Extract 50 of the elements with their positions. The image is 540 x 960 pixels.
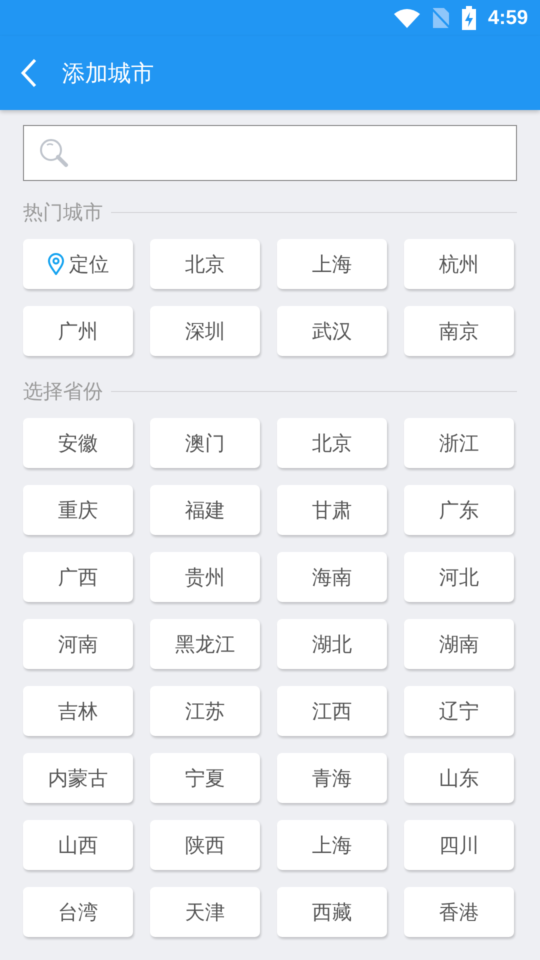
province-button[interactable]: 台湾 [23,887,133,937]
search-icon [38,137,70,169]
province-button[interactable]: 辽宁 [404,686,514,736]
province-button[interactable]: 北京 [277,418,387,468]
province-button[interactable]: 西藏 [277,887,387,937]
wifi-icon [394,8,420,28]
province-button[interactable]: 青海 [277,753,387,803]
city-button[interactable]: 杭州 [404,239,514,289]
province-button[interactable]: 内蒙古 [23,753,133,803]
city-button[interactable]: 上海 [277,239,387,289]
status-time: 4:59 [488,6,528,30]
city-button[interactable]: 深圳 [150,306,260,356]
province-button[interactable]: 重庆 [23,485,133,535]
province-button[interactable]: 海南 [277,552,387,602]
province-button[interactable]: 上海 [277,820,387,870]
city-button[interactable]: 北京 [150,239,260,289]
province-button[interactable]: 四川 [404,820,514,870]
province-button[interactable]: 黑龙江 [150,619,260,669]
province-button[interactable]: 江西 [277,686,387,736]
province-button[interactable]: 甘肃 [277,485,387,535]
province-button[interactable]: 福建 [150,485,260,535]
province-button[interactable]: 澳门 [150,418,260,468]
province-button[interactable]: 河南 [23,619,133,669]
province-button[interactable]: 山西 [23,820,133,870]
province-button[interactable]: 天津 [150,887,260,937]
province-button[interactable]: 广西 [23,552,133,602]
province-button[interactable]: 河北 [404,552,514,602]
page-title: 添加城市 [62,60,154,88]
province-button[interactable]: 宁夏 [150,753,260,803]
province-button[interactable]: 吉林 [23,686,133,736]
province-button[interactable]: 贵州 [150,552,260,602]
location-pin-icon [47,253,65,275]
battery-charging-icon [462,6,476,30]
section-title: 选择省份 [23,378,103,404]
city-button[interactable]: 南京 [404,306,514,356]
province-button[interactable]: 浙江 [404,418,514,468]
province-button[interactable]: 江苏 [150,686,260,736]
city-button[interactable]: 武汉 [277,306,387,356]
no-sim-icon [432,7,450,29]
province-button[interactable]: 山东 [404,753,514,803]
province-button[interactable]: 陕西 [150,820,260,870]
province-button[interactable]: 安徽 [23,418,133,468]
city-button[interactable]: 广州 [23,306,133,356]
section-title: 热门城市 [23,198,103,226]
province-button[interactable]: 香港 [404,887,514,937]
search-field[interactable] [23,125,517,181]
locate-button[interactable]: 定位 [23,239,133,289]
province-button[interactable]: 湖南 [404,619,514,669]
province-button[interactable]: 广东 [404,485,514,535]
province-button[interactable]: 湖北 [277,619,387,669]
